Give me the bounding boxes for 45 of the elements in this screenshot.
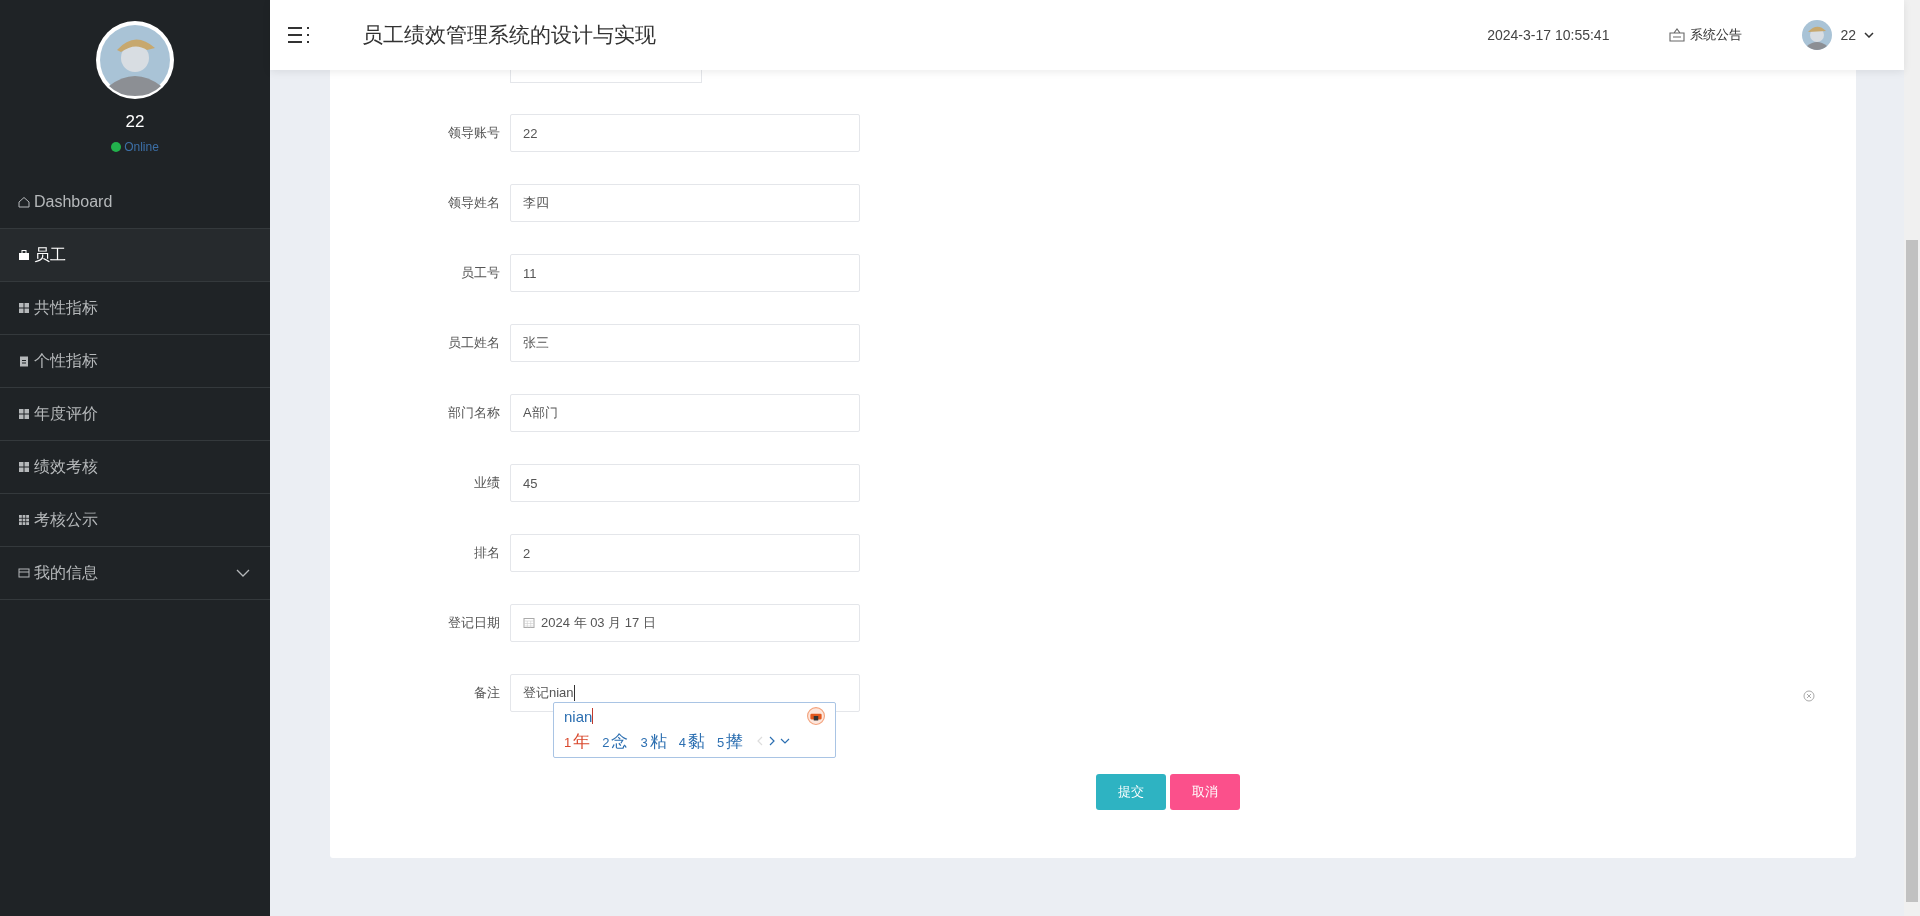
user-menu[interactable]: 22 (1802, 20, 1874, 50)
ime-candidate[interactable]: 5撵 (716, 729, 744, 753)
input-field[interactable]: 22 (510, 114, 860, 152)
ime-candidate[interactable]: 4黏 (678, 729, 705, 753)
input-field[interactable]: 11 (510, 254, 860, 292)
input-field[interactable]: 45 (510, 464, 860, 502)
field-label: 员工号 (460, 264, 500, 282)
field-label: 业绩 (473, 474, 500, 492)
menu-icon[interactable] (288, 26, 310, 44)
username: 22 (125, 112, 145, 132)
menu-icon (18, 514, 30, 526)
field-label: 备注 (473, 684, 500, 702)
menu-icon (18, 355, 30, 367)
menu-icon (18, 408, 30, 420)
field-label: 员工姓名 (447, 334, 500, 352)
ime-candidate[interactable]: 2念 (602, 729, 629, 753)
menu-icon (18, 249, 30, 261)
input-field[interactable]: 2024 年 03 月 17 日 (510, 604, 860, 642)
ime-candidate[interactable]: 3 粘 (640, 729, 667, 753)
ime-candidate[interactable]: 1年 (564, 729, 591, 753)
calendar-icon (523, 617, 535, 629)
notice-icon (1669, 28, 1686, 42)
input-field[interactable]: 李四 (510, 184, 860, 222)
menu-icon (18, 196, 30, 208)
ime-logo-icon (807, 707, 825, 725)
avatar (1802, 20, 1833, 50)
input-field[interactable]: 2 (510, 534, 860, 572)
notice-link[interactable]: 系统公告 (1669, 26, 1743, 44)
ime-composition: nian (564, 707, 594, 725)
field-label: 领导姓名 (447, 194, 500, 212)
menu-icon (18, 567, 30, 579)
datetime: 2024-3-17 10:55:41 (1487, 27, 1610, 43)
field-label: 部门名称 (447, 404, 500, 422)
app-title: 员工绩效管理系统的设计与实现 (362, 22, 656, 48)
status-text: Online (124, 140, 159, 154)
menu-icon (18, 302, 30, 314)
menu-icon (18, 461, 30, 473)
caret-icon (1864, 32, 1874, 38)
clear-icon[interactable] (1803, 690, 1815, 702)
field-label: 领导账号 (447, 124, 500, 142)
input-field[interactable]: A部门 (510, 394, 860, 432)
menu-item[interactable]: 员工 (0, 229, 270, 282)
input-field[interactable]: 张三 (510, 324, 860, 362)
field-label: 登记日期 (447, 614, 500, 632)
field-label: 排名 (473, 544, 500, 562)
